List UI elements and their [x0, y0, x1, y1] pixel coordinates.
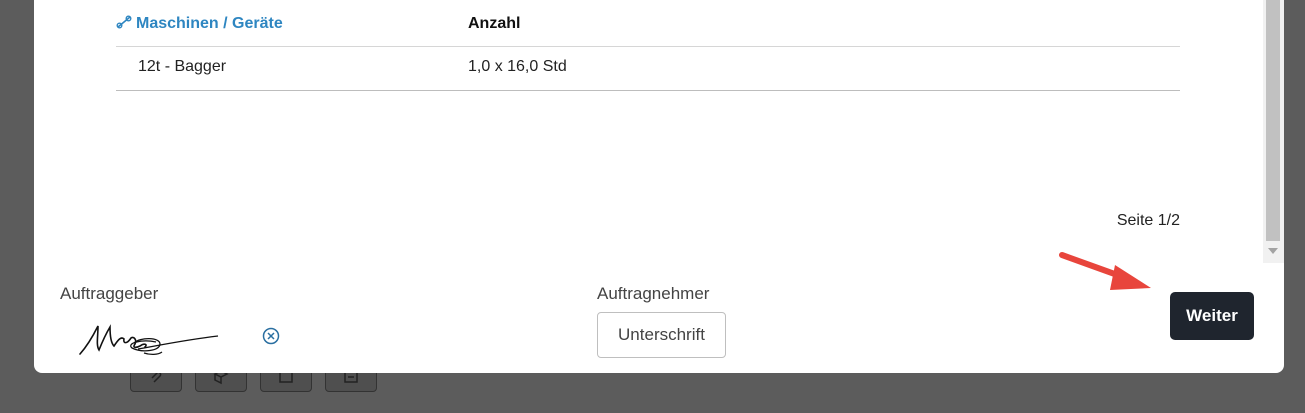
table-header: Maschinen / Geräte Anzahl	[116, 0, 1180, 47]
link-icon	[116, 15, 132, 29]
report-modal: Maschinen / Geräte Anzahl 12t - Bagger 1…	[34, 0, 1284, 373]
client-label: Auftraggeber	[60, 284, 159, 303]
contractor-signature-button[interactable]: Unterschrift	[597, 312, 726, 358]
cell-count: 1,0 x 16,0 Std	[468, 58, 567, 75]
scrollbar[interactable]	[1263, 0, 1284, 263]
contractor-label: Auftragnehmer	[597, 284, 710, 303]
client-signature	[79, 324, 219, 355]
column-header-machines: Maschinen / Geräte	[116, 15, 283, 33]
table-row: 12t - Bagger 1,0 x 16,0 Std	[116, 47, 1180, 91]
annotation-arrow-icon	[1059, 252, 1151, 290]
next-button[interactable]: Weiter	[1170, 292, 1254, 340]
report-content: Maschinen / Geräte Anzahl 12t - Bagger 1…	[34, 0, 1284, 265]
page-indicator: Seite 1/2	[1116, 212, 1180, 229]
scrollbar-thumb[interactable]	[1266, 0, 1280, 241]
column-header-machines-label: Maschinen / Geräte	[136, 15, 283, 32]
machines-table: Maschinen / Geräte Anzahl 12t - Bagger 1…	[116, 0, 1180, 91]
cell-machine: 12t - Bagger	[138, 58, 227, 75]
scroll-down-arrow[interactable]	[1268, 248, 1278, 254]
column-header-count: Anzahl	[468, 15, 521, 32]
clear-signature-icon[interactable]	[262, 327, 280, 345]
